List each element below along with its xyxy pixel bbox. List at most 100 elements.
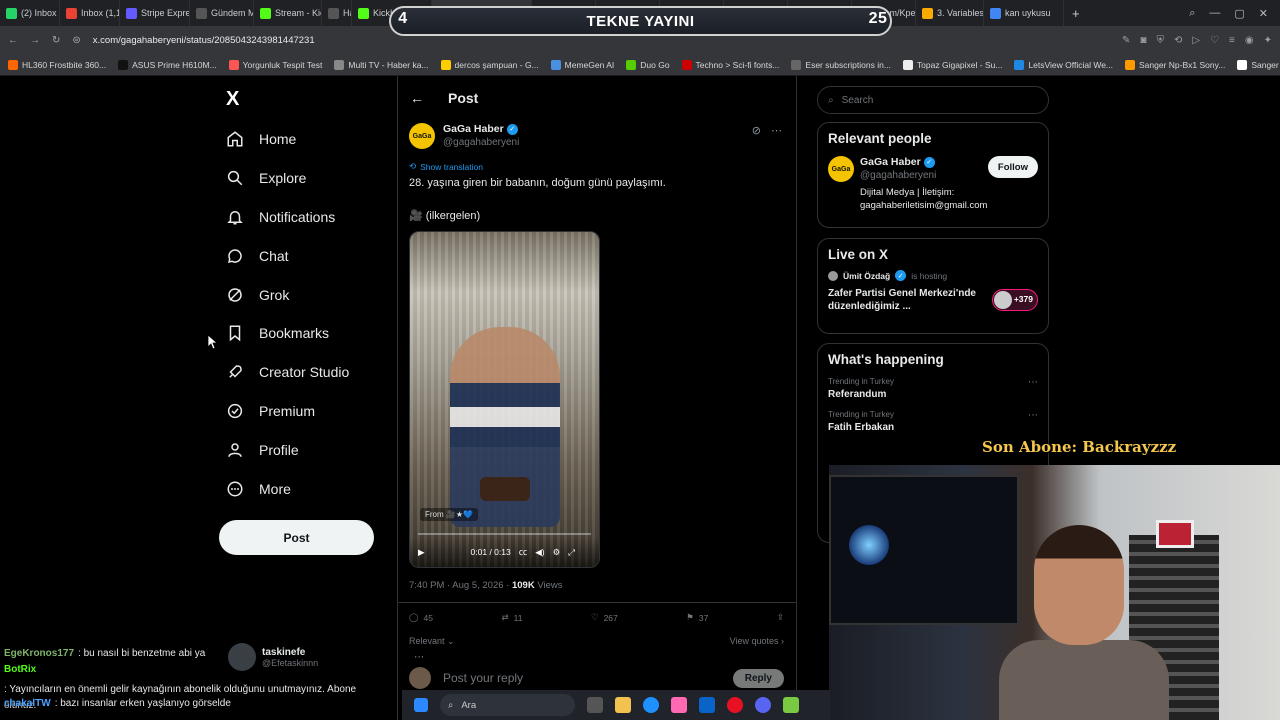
shield-icon[interactable]: ⛨ [1156,35,1164,46]
reply-button[interactable]: Reply [732,668,784,688]
nav-item-notifications[interactable]: Notifications [226,198,386,237]
taskbar-search[interactable]: ⌕ Ara [440,694,575,716]
nav-item-home[interactable]: Home [226,120,386,159]
store-icon[interactable] [699,697,715,713]
bookmark-item[interactable]: dercos şampuan - G... [440,59,539,70]
nav-item-more[interactable]: More [226,469,386,508]
relevant-handle[interactable]: @gagahaberyeni [860,170,936,181]
site-info-icon[interactable]: ⊜ [72,35,80,46]
view-quotes-link[interactable]: View quotes › [730,636,784,647]
url-field[interactable]: x.com/gagahaberyeni/status/2085043243981… [93,35,1110,46]
author-name[interactable]: GaGa Haber [443,123,504,135]
more-options-icon[interactable]: ⋯ [1028,410,1038,421]
nav-item-grok[interactable]: Grok [226,275,386,314]
relevant-name[interactable]: GaGa Haber [860,156,921,168]
browser-tab[interactable]: Stream - Kick [254,0,322,26]
browser-tab[interactable]: Inbox (1,131 [60,0,120,26]
profile-avatar-icon[interactable]: ◉ [1245,35,1254,46]
start-icon[interactable] [414,698,428,712]
post-button[interactable]: Post [219,520,374,555]
browser-tab[interactable]: kan uykusu [984,0,1064,26]
back-icon[interactable]: ← [8,35,18,46]
bookmark-item[interactable]: ASUS Prime H610M... [118,59,217,70]
live-host-row[interactable]: Ümit Özdağ ✓ is hosting [818,262,1048,281]
trend-item[interactable]: Trending in Turkey Referandum ⋯ [818,367,1048,400]
chat-username[interactable]: EgeKronos177 [4,648,74,659]
chat-username[interactable]: BotRix [4,662,36,678]
bookmark-item[interactable]: Yorgunluk Tespit Test [228,59,322,70]
discord-icon[interactable] [755,697,771,713]
forward-icon[interactable]: → [30,35,40,46]
show-translation-link[interactable]: ⟲ Show translation [409,161,483,172]
browser-tab[interactable]: Haber [322,0,352,26]
bookmark-action[interactable]: ⚑ 37 [686,612,708,623]
post-timestamp[interactable]: 7:40 PM · Aug 5, 2026 · [409,580,512,591]
edge-icon[interactable] [643,697,659,713]
maximize-icon[interactable]: ▢ [1234,7,1244,20]
post-author[interactable]: GaGa GaGa Haber ✓ @gagahaberyeni [409,123,519,149]
live-space[interactable]: Zafer Partisi Genel Merkezi'nde düzenled… [818,281,1048,321]
bookmark-item[interactable]: MemeGen AI [550,59,614,70]
author-handle[interactable]: @gagahaberyeni [443,137,519,148]
search-input[interactable]: ⌕ Search [817,86,1049,114]
settings-icon[interactable]: ⚙ [553,547,561,558]
bookmark-item[interactable]: Eser subscriptions in... [791,59,891,70]
favorite-icon[interactable]: ♡ [1210,35,1219,46]
play-icon[interactable]: ▶ [418,547,425,558]
trend-item[interactable]: Trending in Turkey Fatih Erbakan ⋯ [818,400,1048,433]
reload-icon[interactable]: ↻ [52,35,60,46]
menu-icon[interactable]: ≡ [1229,35,1235,46]
browser-tab[interactable]: Gündem Mc [190,0,254,26]
copilot-icon[interactable] [671,697,687,713]
bookmark-item[interactable]: Multi TV - Haber ka... [334,59,429,70]
new-tab-icon[interactable]: + [1064,6,1088,21]
back-arrow-icon[interactable]: ← [410,90,424,106]
nav-item-profile[interactable]: Profile [226,430,386,469]
browser-tab[interactable]: 3. Variables [916,0,984,26]
more-options-icon[interactable]: ⋯ [414,652,424,663]
translate-icon[interactable]: ⟲ [1174,35,1182,46]
bookmark-item[interactable]: HL360 Frostbite 360... [8,59,106,70]
post-video[interactable]: From 🎥★💙 ▶ 0:01 / 0:13 ㏄ ◀) ⚙ ⤢ [409,231,600,568]
grok-icon[interactable]: ⊘ [752,124,761,137]
bookmark-item[interactable]: Topaz Gigapixel - Su... [902,59,1002,70]
browser-tab[interactable]: (2) Inbox | M [0,0,60,26]
opera-icon[interactable] [727,697,743,713]
app-icon[interactable] [783,697,799,713]
like-action[interactable]: ♡ 267 [591,612,618,623]
chat-username[interactable]: chakalTW [4,698,51,709]
nav-item-creator-studio[interactable]: Creator Studio [226,353,386,392]
repost-action[interactable]: ⇄ 11 [501,612,522,623]
fullscreen-icon[interactable]: ⤢ [568,547,575,558]
bookmark-item[interactable]: Sanger Np-Bx1 Sony... [1125,59,1225,70]
search-tabs-icon[interactable]: ⌕ [1189,7,1195,20]
share-action[interactable]: ⇪ [777,612,784,623]
nav-item-bookmarks[interactable]: Bookmarks [226,314,386,353]
browser-tab[interactable]: Stripe Expres [120,0,190,26]
bookmark-item[interactable]: Techno > Sci-fi fonts... [681,59,779,70]
bookmark-item[interactable]: Duo Go [626,59,670,70]
nav-item-explore[interactable]: Explore [226,159,386,198]
more-options-icon[interactable]: ⋯ [1028,377,1038,388]
file-explorer-icon[interactable] [615,697,631,713]
x-logo[interactable]: X [226,88,239,111]
edit-icon[interactable]: ✎ [1122,35,1130,46]
minimize-icon[interactable]: — [1209,7,1220,20]
nav-item-chat[interactable]: Chat [226,236,386,275]
relevant-person[interactable]: GaGa GaGa Haber ✓ @gagahaberyeni Follow [818,146,1048,182]
close-icon[interactable]: ✕ [1259,7,1268,20]
bookmark-item[interactable]: Sanger NP-BX1 Son... [1237,59,1280,70]
reply-input[interactable]: Post your reply [443,671,523,685]
follow-button[interactable]: Follow [987,156,1038,178]
task-view-icon[interactable] [587,697,603,713]
more-options-icon[interactable]: ⋯ [771,124,782,137]
relevant-avatar[interactable]: GaGa [828,156,854,182]
author-avatar[interactable]: GaGa [409,123,435,149]
reply-action[interactable]: ◯ 45 [409,612,433,623]
bookmark-item[interactable]: LetsView Official We... [1014,59,1113,70]
video-progress-bar[interactable] [418,533,591,535]
volume-icon[interactable]: ◀) [535,547,544,558]
captions-icon[interactable]: ㏄ [519,546,528,558]
camera-icon[interactable]: ◙ [1140,35,1146,46]
nav-item-premium[interactable]: Premium [226,392,386,431]
